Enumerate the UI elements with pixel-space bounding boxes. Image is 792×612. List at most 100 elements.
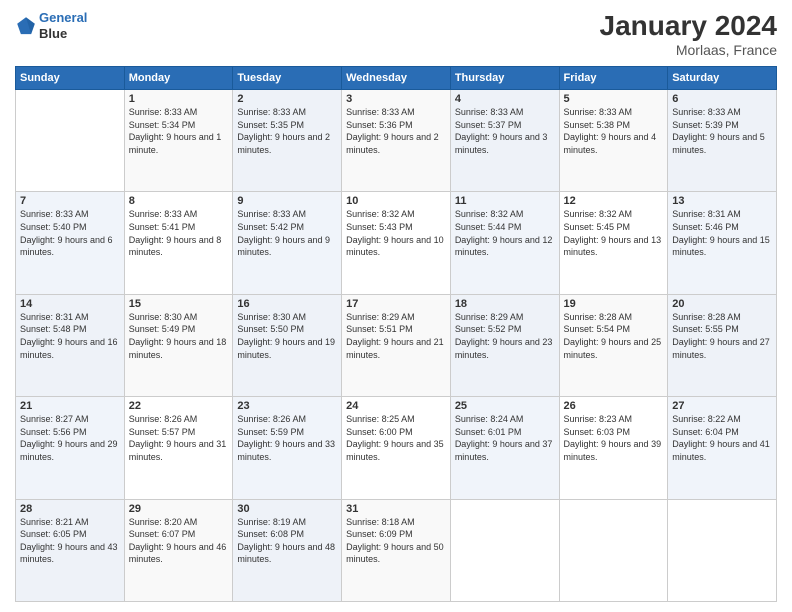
day-info: Sunrise: 8:23 AM Sunset: 6:03 PM Dayligh… <box>564 413 664 463</box>
sunset-text: Sunset: 5:59 PM <box>237 426 337 439</box>
calendar-cell: 30 Sunrise: 8:19 AM Sunset: 6:08 PM Dayl… <box>233 499 342 601</box>
daylight-text: Daylight: 9 hours and 16 minutes. <box>20 336 120 361</box>
day-number: 31 <box>346 503 446 515</box>
sunrise-text: Sunrise: 8:31 AM <box>672 208 772 221</box>
title-block: January 2024 Morlaas, France <box>600 10 777 58</box>
sunrise-text: Sunrise: 8:28 AM <box>672 311 772 324</box>
daylight-text: Daylight: 9 hours and 29 minutes. <box>20 438 120 463</box>
day-number: 10 <box>346 195 446 207</box>
daylight-text: Daylight: 9 hours and 15 minutes. <box>672 234 772 259</box>
day-number: 7 <box>20 195 120 207</box>
daylight-text: Daylight: 9 hours and 41 minutes. <box>672 438 772 463</box>
sunrise-text: Sunrise: 8:30 AM <box>237 311 337 324</box>
sunset-text: Sunset: 5:50 PM <box>237 323 337 336</box>
sunset-text: Sunset: 5:48 PM <box>20 323 120 336</box>
day-number: 30 <box>237 503 337 515</box>
sunset-text: Sunset: 5:49 PM <box>129 323 229 336</box>
sunrise-text: Sunrise: 8:33 AM <box>564 106 664 119</box>
sunrise-text: Sunrise: 8:33 AM <box>20 208 120 221</box>
day-info: Sunrise: 8:33 AM Sunset: 5:35 PM Dayligh… <box>237 106 337 156</box>
day-info: Sunrise: 8:33 AM Sunset: 5:40 PM Dayligh… <box>20 208 120 258</box>
sunrise-text: Sunrise: 8:18 AM <box>346 516 446 529</box>
day-number: 17 <box>346 298 446 310</box>
day-number: 20 <box>672 298 772 310</box>
sunset-text: Sunset: 5:57 PM <box>129 426 229 439</box>
weekday-row: SundayMondayTuesdayWednesdayThursdayFrid… <box>16 67 777 90</box>
day-info: Sunrise: 8:29 AM Sunset: 5:52 PM Dayligh… <box>455 311 555 361</box>
daylight-text: Daylight: 9 hours and 9 minutes. <box>237 234 337 259</box>
sunset-text: Sunset: 6:01 PM <box>455 426 555 439</box>
daylight-text: Daylight: 9 hours and 8 minutes. <box>129 234 229 259</box>
daylight-text: Daylight: 9 hours and 33 minutes. <box>237 438 337 463</box>
calendar-cell: 7 Sunrise: 8:33 AM Sunset: 5:40 PM Dayli… <box>16 192 125 294</box>
sunrise-text: Sunrise: 8:20 AM <box>129 516 229 529</box>
sunset-text: Sunset: 5:42 PM <box>237 221 337 234</box>
daylight-text: Daylight: 9 hours and 35 minutes. <box>346 438 446 463</box>
day-info: Sunrise: 8:18 AM Sunset: 6:09 PM Dayligh… <box>346 516 446 566</box>
header: General Blue January 2024 Morlaas, Franc… <box>15 10 777 58</box>
sunset-text: Sunset: 5:36 PM <box>346 119 446 132</box>
calendar-cell: 27 Sunrise: 8:22 AM Sunset: 6:04 PM Dayl… <box>668 397 777 499</box>
sunrise-text: Sunrise: 8:19 AM <box>237 516 337 529</box>
day-info: Sunrise: 8:33 AM Sunset: 5:39 PM Dayligh… <box>672 106 772 156</box>
daylight-text: Daylight: 9 hours and 13 minutes. <box>564 234 664 259</box>
sunset-text: Sunset: 5:40 PM <box>20 221 120 234</box>
daylight-text: Daylight: 9 hours and 39 minutes. <box>564 438 664 463</box>
day-number: 13 <box>672 195 772 207</box>
day-number: 25 <box>455 400 555 412</box>
calendar-cell: 21 Sunrise: 8:27 AM Sunset: 5:56 PM Dayl… <box>16 397 125 499</box>
sunrise-text: Sunrise: 8:21 AM <box>20 516 120 529</box>
day-info: Sunrise: 8:28 AM Sunset: 5:55 PM Dayligh… <box>672 311 772 361</box>
daylight-text: Daylight: 9 hours and 6 minutes. <box>20 234 120 259</box>
day-info: Sunrise: 8:28 AM Sunset: 5:54 PM Dayligh… <box>564 311 664 361</box>
calendar-cell: 12 Sunrise: 8:32 AM Sunset: 5:45 PM Dayl… <box>559 192 668 294</box>
daylight-text: Daylight: 9 hours and 25 minutes. <box>564 336 664 361</box>
day-info: Sunrise: 8:21 AM Sunset: 6:05 PM Dayligh… <box>20 516 120 566</box>
logo-icon <box>15 15 37 37</box>
calendar-cell: 29 Sunrise: 8:20 AM Sunset: 6:07 PM Dayl… <box>124 499 233 601</box>
sunrise-text: Sunrise: 8:29 AM <box>455 311 555 324</box>
sunrise-text: Sunrise: 8:30 AM <box>129 311 229 324</box>
day-info: Sunrise: 8:31 AM Sunset: 5:48 PM Dayligh… <box>20 311 120 361</box>
sunset-text: Sunset: 5:56 PM <box>20 426 120 439</box>
calendar-cell: 16 Sunrise: 8:30 AM Sunset: 5:50 PM Dayl… <box>233 294 342 396</box>
calendar-cell: 3 Sunrise: 8:33 AM Sunset: 5:36 PM Dayli… <box>342 90 451 192</box>
daylight-text: Daylight: 9 hours and 4 minutes. <box>564 131 664 156</box>
calendar-cell: 1 Sunrise: 8:33 AM Sunset: 5:34 PM Dayli… <box>124 90 233 192</box>
daylight-text: Daylight: 9 hours and 46 minutes. <box>129 541 229 566</box>
daylight-text: Daylight: 9 hours and 31 minutes. <box>129 438 229 463</box>
day-number: 24 <box>346 400 446 412</box>
sunrise-text: Sunrise: 8:32 AM <box>564 208 664 221</box>
calendar-cell: 18 Sunrise: 8:29 AM Sunset: 5:52 PM Dayl… <box>450 294 559 396</box>
calendar-cell <box>559 499 668 601</box>
calendar-cell <box>450 499 559 601</box>
sunset-text: Sunset: 5:45 PM <box>564 221 664 234</box>
calendar-cell: 13 Sunrise: 8:31 AM Sunset: 5:46 PM Dayl… <box>668 192 777 294</box>
daylight-text: Daylight: 9 hours and 10 minutes. <box>346 234 446 259</box>
day-number: 16 <box>237 298 337 310</box>
daylight-text: Daylight: 9 hours and 12 minutes. <box>455 234 555 259</box>
day-info: Sunrise: 8:33 AM Sunset: 5:36 PM Dayligh… <box>346 106 446 156</box>
sunrise-text: Sunrise: 8:22 AM <box>672 413 772 426</box>
sunrise-text: Sunrise: 8:23 AM <box>564 413 664 426</box>
sunrise-text: Sunrise: 8:32 AM <box>455 208 555 221</box>
day-number: 5 <box>564 93 664 105</box>
day-info: Sunrise: 8:24 AM Sunset: 6:01 PM Dayligh… <box>455 413 555 463</box>
day-info: Sunrise: 8:22 AM Sunset: 6:04 PM Dayligh… <box>672 413 772 463</box>
calendar-cell: 20 Sunrise: 8:28 AM Sunset: 5:55 PM Dayl… <box>668 294 777 396</box>
calendar-week-row: 21 Sunrise: 8:27 AM Sunset: 5:56 PM Dayl… <box>16 397 777 499</box>
sunrise-text: Sunrise: 8:33 AM <box>129 106 229 119</box>
day-number: 11 <box>455 195 555 207</box>
daylight-text: Daylight: 9 hours and 43 minutes. <box>20 541 120 566</box>
calendar-cell: 5 Sunrise: 8:33 AM Sunset: 5:38 PM Dayli… <box>559 90 668 192</box>
day-number: 19 <box>564 298 664 310</box>
calendar-cell: 15 Sunrise: 8:30 AM Sunset: 5:49 PM Dayl… <box>124 294 233 396</box>
weekday-header: Sunday <box>16 67 125 90</box>
sunrise-text: Sunrise: 8:33 AM <box>237 208 337 221</box>
day-info: Sunrise: 8:32 AM Sunset: 5:43 PM Dayligh… <box>346 208 446 258</box>
day-info: Sunrise: 8:25 AM Sunset: 6:00 PM Dayligh… <box>346 413 446 463</box>
logo-line1: General <box>39 10 87 25</box>
day-info: Sunrise: 8:30 AM Sunset: 5:49 PM Dayligh… <box>129 311 229 361</box>
daylight-text: Daylight: 9 hours and 18 minutes. <box>129 336 229 361</box>
sunset-text: Sunset: 5:46 PM <box>672 221 772 234</box>
